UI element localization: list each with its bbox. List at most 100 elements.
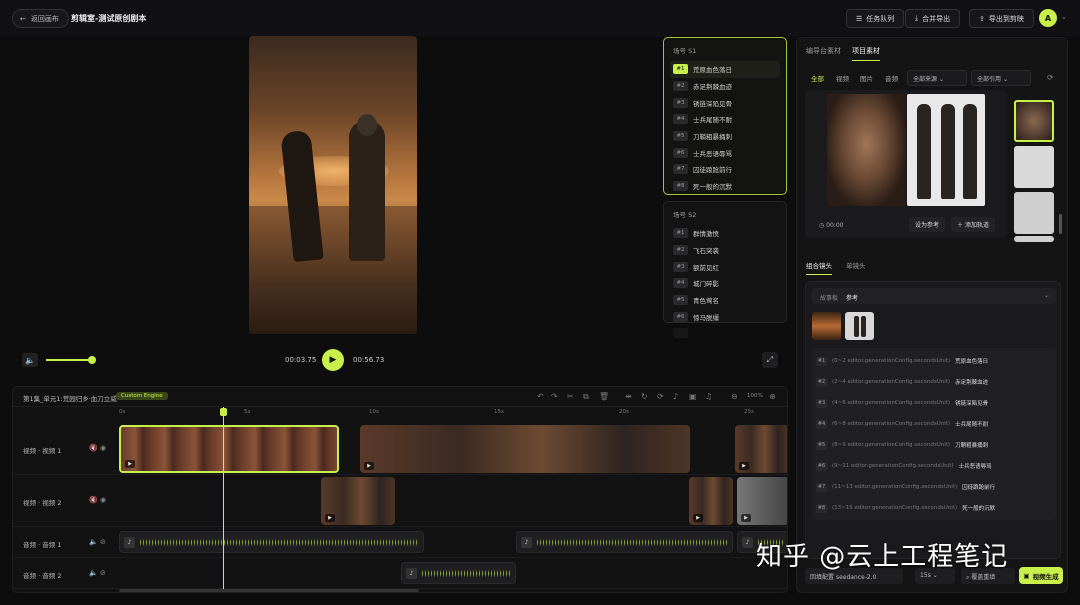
tab-director-assets[interactable]: 编导台素材 xyxy=(806,46,841,56)
eye-icon[interactable]: ◉ xyxy=(100,444,106,452)
image-icon[interactable]: ▣ xyxy=(689,392,697,401)
tab-project-assets[interactable]: 项目素材 xyxy=(852,46,880,61)
shot-item[interactable]: #5 刀鞘粗暴捅刺 xyxy=(670,128,780,145)
fullscreen-icon[interactable]: ⤢ xyxy=(762,352,778,368)
chevron-down-icon: ⌄ xyxy=(1002,76,1008,83)
asset-thumbnail[interactable] xyxy=(1014,146,1054,188)
shot-item[interactable]: #3 额前见红 xyxy=(670,258,780,275)
tab-single-shot[interactable]: 单镜头 xyxy=(846,260,866,270)
shot-item[interactable]: #2 赤足荆棘血迹 xyxy=(670,78,780,95)
add-track-button[interactable]: ＋ 添加轨道 xyxy=(951,217,995,232)
filter-video[interactable]: 视频 xyxy=(836,73,849,83)
mute-icon[interactable]: 🔇 xyxy=(89,444,98,452)
set-reference-button[interactable]: 设为参考 xyxy=(909,217,946,232)
reference-image[interactable] xyxy=(845,312,874,340)
shot-unit[interactable]: #8 (13~15 editor.generationConfig.seconds… xyxy=(816,502,995,514)
zoom-out-icon[interactable]: ⊖ xyxy=(731,392,738,401)
video-preview[interactable] xyxy=(249,36,417,334)
camera-icon: ▶ xyxy=(364,462,374,470)
shot-item[interactable]: #1 群情激愤 xyxy=(670,225,780,242)
shot-unit[interactable]: #5 (8~9 editor.generationConfig.secondsUn… xyxy=(816,439,988,451)
redo-icon[interactable]: ↷ xyxy=(551,392,558,401)
task-queue-button[interactable]: ☰ 任务队列 xyxy=(846,9,905,28)
merge-export-button[interactable]: ⤓ 合并导出 xyxy=(905,9,961,28)
playhead[interactable] xyxy=(223,407,224,592)
generate-video-button[interactable]: ▣ 视频生成 xyxy=(1019,567,1063,584)
volume-icon[interactable]: 🔈 xyxy=(89,569,98,577)
filter-all[interactable]: 全部 xyxy=(811,73,824,83)
refresh-icon[interactable]: ⟳ xyxy=(1047,73,1054,82)
track-controls: 🔇 ◉ xyxy=(89,496,106,504)
horizontal-scrollbar[interactable] xyxy=(119,589,419,592)
source-dropdown[interactable]: 全部来源 ⌄ xyxy=(907,70,967,86)
audio-icon[interactable]: ♪ xyxy=(673,392,678,401)
scissors-icon[interactable]: ✂ xyxy=(567,392,574,401)
shot-item[interactable]: #6 士兵恶语辱骂 xyxy=(670,144,780,161)
audio-clip[interactable]: ♪ xyxy=(401,562,516,584)
video-clip[interactable]: ▶ xyxy=(737,477,787,525)
split-icon[interactable]: ⇹ xyxy=(625,392,632,401)
hidden-icon[interactable]: ⊘ xyxy=(100,538,106,546)
eye-icon[interactable]: ◉ xyxy=(100,496,106,504)
mute-icon[interactable]: 🔇 xyxy=(89,496,98,504)
filter-image[interactable]: 图片 xyxy=(860,73,873,83)
shot-item[interactable]: #2 飞石突袭 xyxy=(670,242,780,259)
reference-image[interactable] xyxy=(812,312,841,340)
shot-item[interactable]: #4 城门碎影 xyxy=(670,275,780,292)
shot-unit[interactable]: #2 (2~4 editor.generationConfig.secondsUn… xyxy=(816,376,988,388)
video-clip[interactable]: ▶ xyxy=(360,425,690,473)
video-clip[interactable]: ▶ xyxy=(689,477,733,525)
shot-item[interactable]: #4 士兵尾随不耐 xyxy=(670,111,780,128)
asset-thumbnail[interactable] xyxy=(1014,100,1054,142)
undo-icon[interactable]: ↶ xyxy=(537,392,544,401)
unit-range: (13~15 editor.generationConfig.secondsUn… xyxy=(832,505,958,511)
storyboard-select[interactable]: 故事板 参考 ⌄ xyxy=(812,288,1056,304)
copy-icon[interactable]: ⧉ xyxy=(583,392,589,402)
zoom-in-icon[interactable]: ⊕ xyxy=(769,392,776,401)
volume-slider-knob[interactable] xyxy=(88,356,96,364)
audio-clip[interactable]: ♪ xyxy=(119,531,424,553)
video-clip[interactable]: ▶ xyxy=(735,425,787,473)
tab-combined-shots[interactable]: 组合镜头 xyxy=(806,260,832,275)
video-clip[interactable]: ▶ xyxy=(321,477,395,525)
chevron-down-icon[interactable]: ⌄ xyxy=(1061,13,1067,21)
rotate-icon[interactable]: ↻ xyxy=(641,392,648,401)
export-to-editor-button[interactable]: ⇪ 导出到剪映 xyxy=(969,9,1034,28)
vertical-scrollbar[interactable] xyxy=(1059,214,1062,234)
volume-icon[interactable]: 🔈 xyxy=(89,538,98,546)
shot-unit[interactable]: #7 (11~13 editor.generationConfig.seconds… xyxy=(816,481,995,493)
avatar[interactable]: A xyxy=(1039,9,1057,27)
shot-number: #5 xyxy=(673,295,688,306)
shot-unit[interactable]: #4 (6~8 editor.generationConfig.secondsUn… xyxy=(816,418,988,430)
hidden-icon[interactable]: ⊘ xyxy=(100,569,106,577)
shot-item[interactable]: #5 青色莺名 xyxy=(670,292,780,309)
volume-icon[interactable]: 🔈 xyxy=(22,353,38,367)
shot-item[interactable]: #6 惊马脱缰 xyxy=(670,308,780,325)
back-to-canvas-button[interactable]: ← 返回画布 xyxy=(12,9,69,28)
shot-unit[interactable]: #6 (9~11 editor.generationConfig.secondsU… xyxy=(816,460,992,472)
play-icon: ▶ xyxy=(329,355,337,365)
shot-item[interactable]: #3 锈链深陷见骨 xyxy=(670,94,780,111)
playhead-handle[interactable] xyxy=(220,408,227,416)
play-button[interactable]: ▶ xyxy=(322,349,344,371)
usage-dropdown[interactable]: 全部引用 ⌄ xyxy=(971,70,1031,86)
loop-icon[interactable]: ⟳ xyxy=(657,392,664,401)
character-turnaround xyxy=(907,94,985,206)
video-clip-selected[interactable]: ▶ xyxy=(119,425,339,473)
asset-thumbnail[interactable] xyxy=(1014,192,1054,234)
filter-audio[interactable]: 音频 xyxy=(885,73,898,83)
trash-icon[interactable]: 🗑 xyxy=(599,392,609,401)
music-icon[interactable]: ♫ xyxy=(705,392,712,401)
shot-unit-list: #1 (0~2 editor.generationConfig.secondsUn… xyxy=(812,348,1056,520)
asset-preview-card[interactable]: ◷ 00:00 设为参考 ＋ 添加轨道 xyxy=(805,90,1007,238)
asset-thumbnail[interactable] xyxy=(1014,236,1054,242)
shot-item[interactable]: #1 荒原血色落日 xyxy=(670,61,780,78)
volume-slider[interactable] xyxy=(46,359,94,361)
audio-clip[interactable]: ♪ xyxy=(516,531,733,553)
shot-unit[interactable]: #3 (4~6 editor.generationConfig.secondsUn… xyxy=(816,397,988,409)
shot-item[interactable]: #7 囚徒踉跄前行 xyxy=(670,161,780,178)
shot-unit[interactable]: #1 (0~2 editor.generationConfig.secondsUn… xyxy=(816,355,988,367)
storyboard-value: 参考 xyxy=(846,295,859,302)
shot-number: #2 xyxy=(673,81,688,92)
shot-item[interactable]: #8 死一般的沉默 xyxy=(670,178,780,195)
